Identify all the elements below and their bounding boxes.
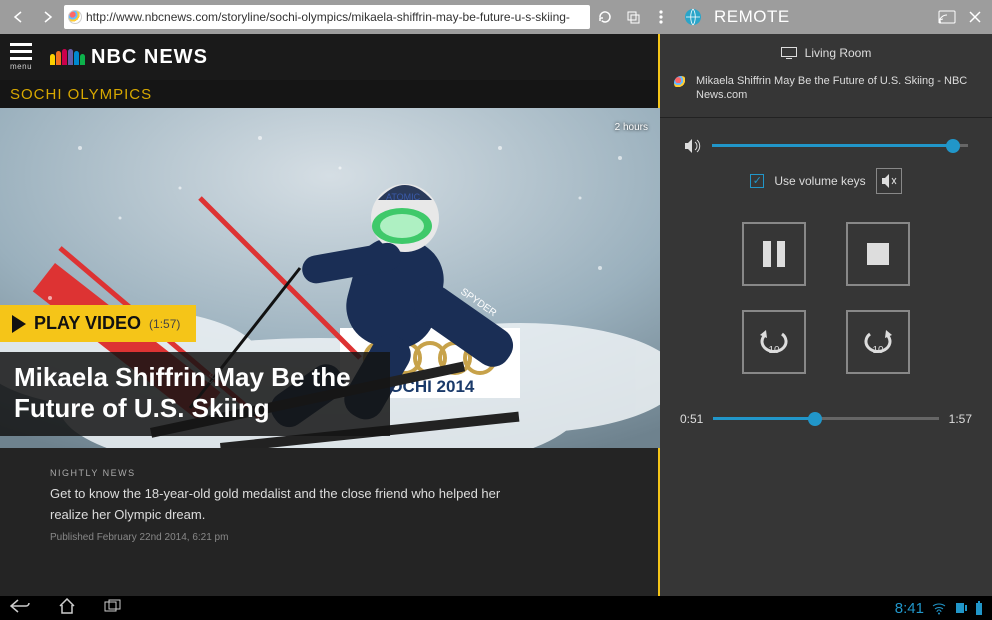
remote-title: REMOTE bbox=[714, 7, 790, 27]
stop-button[interactable] bbox=[846, 222, 910, 286]
system-clock: 8:41 bbox=[895, 600, 924, 617]
play-video-button[interactable]: PLAY VIDEO (1:57) bbox=[0, 305, 196, 342]
skip-fwd-label: 10 bbox=[872, 345, 883, 356]
skip-back-label: 10 bbox=[768, 345, 779, 356]
headline: Mikaela Shiffrin May Be the Future of U.… bbox=[14, 362, 374, 424]
cast-icon[interactable] bbox=[934, 4, 960, 30]
url-input[interactable] bbox=[86, 10, 586, 24]
storage-icon bbox=[954, 601, 968, 615]
web-content: menu NBC NEWS SOCHI OLYMPICS bbox=[0, 34, 660, 596]
menu-overflow-button[interactable] bbox=[648, 4, 674, 30]
now-playing-title: Mikaela Shiffrin May Be the Future of U.… bbox=[696, 74, 978, 103]
volume-slider[interactable] bbox=[712, 144, 968, 147]
system-back-button[interactable] bbox=[10, 599, 30, 618]
back-button[interactable] bbox=[4, 4, 32, 30]
category-bar[interactable]: SOCHI OLYMPICS bbox=[0, 80, 658, 108]
play-icon bbox=[12, 315, 26, 333]
progress-slider[interactable] bbox=[713, 417, 938, 420]
url-bar[interactable] bbox=[64, 5, 590, 29]
now-playing-favicon-icon bbox=[674, 76, 688, 90]
use-volume-keys-checkbox[interactable]: ✓ bbox=[750, 174, 764, 188]
peacock-icon bbox=[50, 49, 85, 65]
cast-target-label: Living Room bbox=[805, 46, 872, 60]
svg-text:ATOMIC: ATOMIC bbox=[386, 192, 421, 202]
skip-back-button[interactable]: 10 bbox=[742, 310, 806, 374]
article-footer: NIGHTLY NEWS Get to know the 18-year-old… bbox=[0, 448, 658, 553]
favicon-icon bbox=[68, 10, 82, 24]
globe-icon[interactable] bbox=[680, 4, 706, 30]
hero-timestamp: 2 hours bbox=[615, 122, 648, 133]
cast-target[interactable]: Living Room bbox=[660, 34, 992, 68]
progress-total: 1:57 bbox=[949, 412, 972, 426]
article-summary: Get to know the 18-year-old gold medalis… bbox=[50, 484, 510, 526]
reload-button[interactable] bbox=[592, 4, 618, 30]
menu-label: menu bbox=[10, 62, 32, 71]
pause-button[interactable] bbox=[742, 222, 806, 286]
system-navigation-bar: 8:41 bbox=[0, 596, 992, 620]
control-grid: 10 10 bbox=[660, 212, 992, 394]
volume-icon bbox=[684, 138, 702, 154]
close-button[interactable] bbox=[962, 4, 988, 30]
hero-video[interactable]: SOCHI 2014 SPYDER ATOMIC bbox=[0, 108, 660, 448]
use-volume-keys-label: Use volume keys bbox=[774, 174, 865, 188]
battery-icon bbox=[976, 601, 982, 615]
system-status: 8:41 bbox=[895, 600, 982, 617]
volume-row bbox=[660, 118, 992, 164]
app-toolbar: REMOTE bbox=[0, 0, 992, 34]
site-logo[interactable]: NBC NEWS bbox=[50, 46, 208, 69]
pause-icon bbox=[763, 241, 785, 267]
progress-current: 0:51 bbox=[680, 412, 703, 426]
site-header: menu NBC NEWS bbox=[0, 34, 658, 80]
system-home-button[interactable] bbox=[58, 598, 76, 619]
stop-icon bbox=[867, 243, 889, 265]
category-label: SOCHI OLYMPICS bbox=[10, 86, 152, 103]
system-recents-button[interactable] bbox=[104, 599, 122, 618]
remote-panel: Living Room Mikaela Shiffrin May Be the … bbox=[660, 34, 992, 596]
tabs-button[interactable] bbox=[620, 4, 646, 30]
mute-button[interactable] bbox=[876, 168, 902, 194]
play-label: PLAY VIDEO bbox=[34, 313, 141, 334]
article-published: Published February 22nd 2014, 6:21 pm bbox=[50, 532, 608, 543]
article-kicker: NIGHTLY NEWS bbox=[50, 468, 608, 478]
forward-button[interactable] bbox=[34, 4, 62, 30]
site-menu-button[interactable]: menu bbox=[10, 43, 32, 71]
brand-text: NBC NEWS bbox=[91, 46, 208, 69]
progress-row: 0:51 1:57 bbox=[660, 394, 992, 444]
skip-forward-button[interactable]: 10 bbox=[846, 310, 910, 374]
tv-icon bbox=[781, 47, 797, 59]
wifi-icon bbox=[932, 601, 946, 615]
headline-box: Mikaela Shiffrin May Be the Future of U.… bbox=[0, 352, 390, 436]
volume-options: ✓ Use volume keys bbox=[660, 164, 992, 212]
now-playing: Mikaela Shiffrin May Be the Future of U.… bbox=[660, 68, 992, 118]
play-duration: (1:57) bbox=[149, 317, 180, 331]
